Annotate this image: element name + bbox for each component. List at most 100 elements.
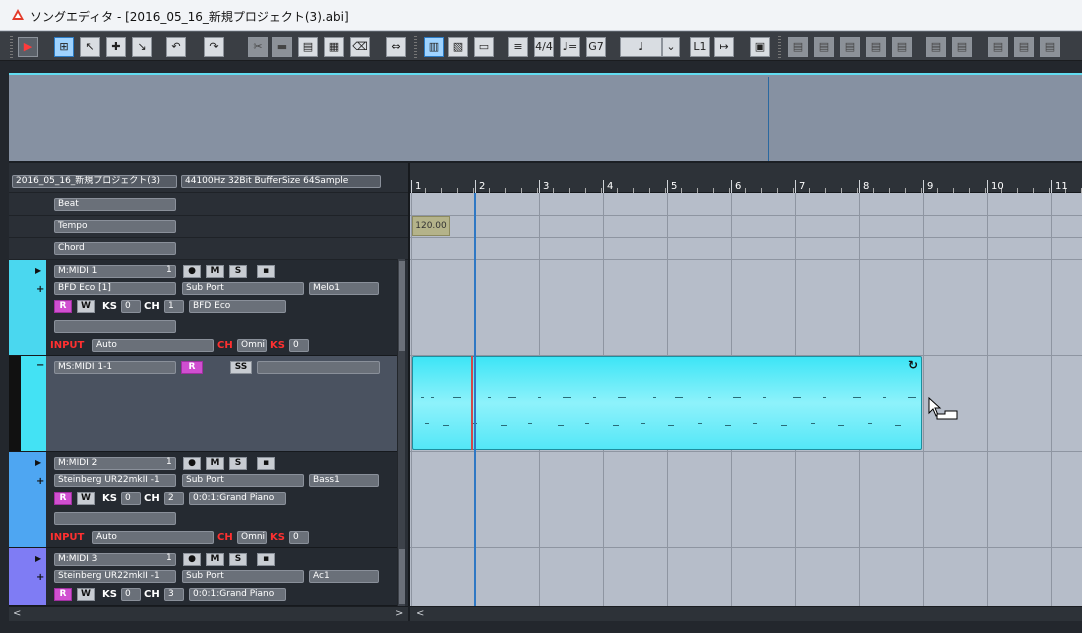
chord-track[interactable]: Chord [9, 238, 408, 260]
track-tool-4[interactable]: ▤ [866, 37, 886, 57]
scroll-left-icon[interactable]: < [13, 608, 21, 619]
scroll-left-icon[interactable]: < [416, 608, 424, 619]
video-icon[interactable]: ▪ [257, 553, 275, 566]
track-tool-5[interactable]: ▤ [892, 37, 912, 57]
track-midi-1[interactable]: ▶ + M:MIDI 1 1 ● M S ▪ BFD Eco [1] Sub Po… [9, 260, 397, 356]
read-button[interactable]: R [54, 300, 72, 313]
track-midi-3[interactable]: ▶ + M:MIDI 3 1 ● M S ▪ Steinberg UR22mkII… [9, 548, 397, 606]
tempo-button[interactable]: ♩= [560, 37, 580, 57]
instrument-select[interactable]: Steinberg UR22mkII -1 [54, 570, 176, 583]
port-select[interactable]: Sub Port [182, 282, 304, 295]
ruler-bar-9[interactable]: 9 [923, 180, 933, 193]
channel-name[interactable]: BFD Eco [189, 300, 286, 313]
solo-button[interactable]: S [229, 457, 247, 470]
track-name[interactable]: M:MIDI 3 [54, 553, 176, 566]
goto-end-button[interactable]: ↦ [714, 37, 734, 57]
chevron-down-icon[interactable]: ⌄ [662, 37, 680, 57]
mute-button[interactable]: M [206, 553, 224, 566]
add-icon[interactable]: + [36, 284, 44, 295]
port-select[interactable]: Sub Port [182, 474, 304, 487]
track-tool-1[interactable]: ▤ [788, 37, 808, 57]
keyboard-button[interactable]: ≡ [508, 37, 528, 57]
program-select[interactable]: Bass1 [309, 474, 379, 487]
write-button[interactable]: W [77, 588, 95, 601]
track-tool-2[interactable]: ▤ [814, 37, 834, 57]
ruler-bar-10[interactable]: 10 [987, 180, 1004, 193]
ks-value[interactable]: 0 [121, 492, 141, 505]
split-tool-button[interactable]: ✚ [106, 37, 126, 57]
read-button[interactable]: R [54, 492, 72, 505]
mute-button[interactable]: M [206, 457, 224, 470]
beat-track[interactable]: Beat [9, 194, 408, 216]
bar-ruler[interactable]: 1 2 3 4 5 6 7 8 9 10 11 [410, 163, 1082, 193]
track-tool-9[interactable]: ▤ [1014, 37, 1034, 57]
instrument-select[interactable]: Steinberg UR22mkII -1 [54, 474, 176, 487]
cut-tool-button[interactable]: ✂ [248, 37, 268, 57]
track-list-hscrollbar[interactable]: < > [9, 606, 408, 621]
read-button[interactable]: R [181, 361, 203, 374]
track-tool-10[interactable]: ▤ [1040, 37, 1060, 57]
channel-name[interactable]: 0:0:1:Grand Piano [189, 492, 286, 505]
video-button[interactable]: ▭ [474, 37, 494, 57]
locator-button[interactable]: L1 [690, 37, 710, 57]
ruler-bar-2[interactable]: 2 [475, 180, 485, 193]
solo-button[interactable]: S [229, 265, 247, 278]
read-button[interactable]: R [54, 588, 72, 601]
overview-area[interactable] [9, 73, 1082, 161]
tempo-value[interactable]: 120.00 [412, 216, 450, 236]
expand-arrow-icon[interactable]: ▶ [35, 266, 41, 275]
ss-button[interactable]: SS [230, 361, 252, 374]
instrument-select[interactable]: BFD Eco [1] [54, 282, 176, 295]
insert-button[interactable]: ▦ [324, 37, 344, 57]
pointer-icon[interactable]: ↖ [80, 37, 100, 57]
port-select[interactable]: Sub Port [182, 570, 304, 583]
program-select[interactable]: Ac1 [309, 570, 379, 583]
track-tool-3[interactable]: ▤ [840, 37, 860, 57]
ch-value[interactable]: 3 [164, 588, 184, 601]
expand-arrow-icon[interactable]: ▶ [35, 458, 41, 467]
loop-icon[interactable]: ↻ [908, 358, 918, 372]
solo-button[interactable]: S [229, 553, 247, 566]
fit-button[interactable]: ⇔ [386, 37, 406, 57]
video-icon[interactable]: ▪ [257, 457, 275, 470]
scroll-right-icon[interactable]: > [395, 608, 403, 619]
scrollbar-thumb[interactable] [399, 549, 405, 604]
ruler-bar-7[interactable]: 7 [795, 180, 805, 193]
track-tool-6[interactable]: ▤ [926, 37, 946, 57]
empty-slot[interactable] [257, 361, 380, 374]
score-button[interactable]: ▧ [448, 37, 468, 57]
ks-value[interactable]: 0 [121, 300, 141, 313]
input-ks-value[interactable]: 0 [289, 531, 309, 544]
input-ks-value[interactable]: 0 [289, 339, 309, 352]
tempo-track[interactable]: Tempo [9, 216, 408, 238]
mixer-button[interactable]: ▥ [424, 37, 444, 57]
track-list-scrollbar[interactable] [397, 259, 405, 606]
collapse-icon[interactable]: − [36, 360, 44, 371]
input-select[interactable]: Auto [92, 531, 214, 544]
arrange-grid[interactable]: 1 2 3 4 5 6 7 8 9 10 11 120.00 ↻ [410, 163, 1082, 606]
track-tool-8[interactable]: ▤ [988, 37, 1008, 57]
quantize-button[interactable]: ▤ [298, 37, 318, 57]
note-value-select[interactable]: ♩ [620, 37, 662, 57]
add-icon[interactable]: + [36, 476, 44, 487]
expand-arrow-icon[interactable]: ▶ [35, 554, 41, 563]
chord-button[interactable]: G7 [586, 37, 606, 57]
empty-slot[interactable] [54, 320, 176, 333]
ruler-bar-11[interactable]: 11 [1051, 180, 1068, 193]
ch-value[interactable]: 2 [164, 492, 184, 505]
empty-slot[interactable] [54, 512, 176, 525]
midi-clip[interactable]: ↻ [412, 356, 922, 450]
input-select[interactable]: Auto [92, 339, 214, 352]
ruler-bar-1[interactable]: 1 [411, 180, 421, 193]
write-button[interactable]: W [77, 300, 95, 313]
playhead[interactable] [474, 193, 476, 606]
play-icon[interactable]: ▶ [18, 37, 38, 57]
track-name[interactable]: MS:MIDI 1-1 [54, 361, 176, 374]
input-ch-value[interactable]: Omni [237, 339, 267, 352]
mute-button[interactable]: M [206, 265, 224, 278]
track-midi-1-1[interactable]: − MS:MIDI 1-1 R SS [9, 356, 397, 452]
ruler-bar-6[interactable]: 6 [731, 180, 741, 193]
ruler-bar-3[interactable]: 3 [539, 180, 549, 193]
track-name[interactable]: M:MIDI 1 [54, 265, 176, 278]
scrollbar-thumb[interactable] [399, 261, 405, 351]
